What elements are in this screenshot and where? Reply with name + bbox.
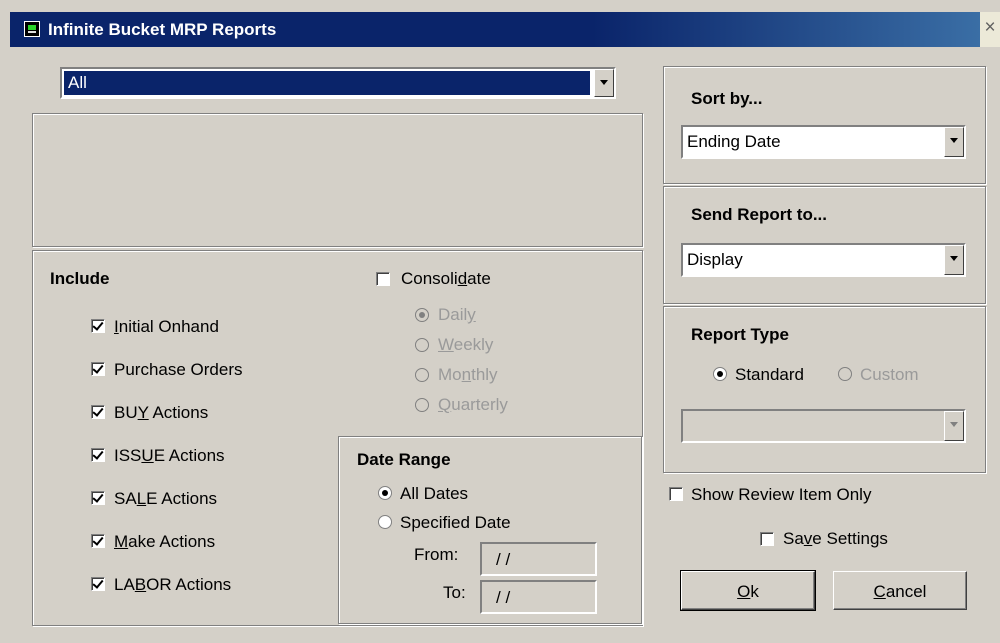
item-list-panel [32, 113, 643, 247]
sort-by-value: Ending Date [687, 132, 781, 151]
filter-dropdown[interactable]: All [60, 67, 616, 99]
date-range-heading: Date Range [357, 450, 451, 469]
cancel-label: Cancel [873, 582, 927, 601]
custom-radio[interactable] [838, 367, 852, 381]
standard-radio[interactable] [713, 367, 727, 381]
custom-report-value [687, 413, 940, 439]
filter-value: All [64, 71, 590, 95]
sort-by-dropdown[interactable]: Ending Date [681, 125, 966, 159]
sale-actions-checkbox[interactable] [91, 491, 105, 505]
cancel-button[interactable]: Cancel [833, 571, 967, 610]
standard-label: Standard [735, 365, 804, 384]
from-date-field[interactable]: / / [480, 542, 597, 576]
from-label: From: [414, 545, 459, 564]
weekly-radio[interactable] [415, 338, 429, 352]
daily-label: Daily [438, 305, 476, 324]
app-icon[interactable] [24, 21, 40, 37]
to-date-field[interactable]: / / [480, 580, 597, 614]
custom-label: Custom [860, 365, 919, 384]
sort-by-heading: Sort by... [691, 89, 763, 108]
issue-actions-label: ISSUE Actions [114, 446, 225, 465]
send-report-heading: Send Report to... [691, 205, 827, 224]
labor-actions-checkbox[interactable] [91, 577, 105, 591]
chevron-down-icon[interactable] [944, 245, 964, 275]
labor-actions-label: LABOR Actions [114, 575, 232, 594]
ok-label: Ok [737, 582, 759, 601]
daily-radio[interactable] [415, 308, 429, 322]
quarterly-label: Quarterly [438, 395, 508, 414]
title-bar[interactable]: Infinite Bucket MRP Reports × [10, 12, 1000, 47]
send-report-dropdown[interactable]: Display [681, 243, 966, 277]
chevron-down-icon[interactable] [944, 127, 964, 157]
chevron-down-icon[interactable] [594, 69, 614, 97]
send-report-value: Display [687, 250, 743, 269]
purchase-orders-label: Purchase Orders [114, 360, 243, 379]
initial-onhand-checkbox[interactable] [91, 319, 105, 333]
to-label: To: [443, 583, 466, 602]
from-date-value: / / [496, 550, 511, 569]
save-settings-checkbox[interactable] [760, 532, 774, 546]
make-actions-checkbox[interactable] [91, 534, 105, 548]
dialog-client: All Include Initial Onhand Purchase Orde… [10, 47, 1000, 643]
purchase-orders-checkbox[interactable] [91, 362, 105, 376]
monthly-label: Monthly [438, 365, 498, 384]
initial-onhand-label: Initial Onhand [114, 317, 219, 336]
ok-button[interactable]: Ok [680, 570, 816, 611]
chevron-down-icon[interactable] [944, 411, 964, 441]
show-review-checkbox[interactable] [669, 487, 683, 501]
monthly-radio[interactable] [415, 368, 429, 382]
make-actions-label: Make Actions [114, 532, 216, 551]
consolidate-checkbox[interactable] [376, 272, 390, 286]
specified-date-label: Specified Date [400, 513, 511, 532]
show-review-label: Show Review Item Only [691, 485, 872, 504]
report-type-heading: Report Type [691, 325, 789, 344]
sale-actions-label: SALE Actions [114, 489, 218, 508]
consolidate-label: Consolidate [401, 269, 491, 288]
quarterly-radio[interactable] [415, 398, 429, 412]
specified-date-radio[interactable] [378, 515, 392, 529]
issue-actions-checkbox[interactable] [91, 448, 105, 462]
close-icon[interactable]: × [980, 14, 1000, 42]
to-date-value: / / [496, 588, 511, 607]
weekly-label: Weekly [438, 335, 494, 354]
buy-actions-checkbox[interactable] [91, 405, 105, 419]
window-title: Infinite Bucket MRP Reports [48, 20, 277, 39]
all-dates-label: All Dates [400, 484, 469, 503]
buy-actions-label: BUY Actions [114, 403, 209, 422]
custom-report-dropdown[interactable] [681, 409, 966, 443]
save-settings-label: Save Settings [783, 529, 888, 548]
all-dates-radio[interactable] [378, 486, 392, 500]
mrp-reports-window: Infinite Bucket MRP Reports × All Includ… [0, 0, 1000, 643]
include-heading: Include [50, 269, 110, 288]
